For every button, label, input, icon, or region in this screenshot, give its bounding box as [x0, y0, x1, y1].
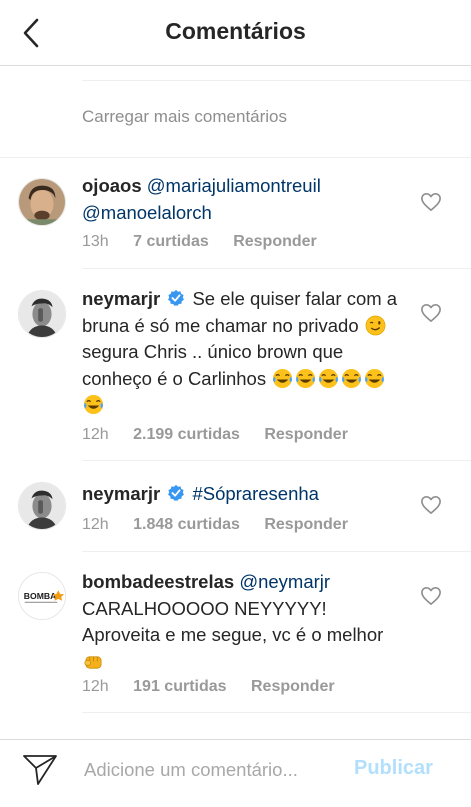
mention-link[interactable]: @manoelalorch — [82, 202, 212, 223]
divider — [0, 157, 471, 158]
reply-button[interactable]: Responder — [233, 233, 317, 250]
likes-count[interactable]: 191 curtidas — [133, 678, 226, 695]
comment-time: 12h — [82, 678, 109, 695]
tears-of-joy-emoji-icon — [83, 394, 104, 415]
top-bar: Comentários — [0, 0, 471, 66]
likes-count[interactable]: 7 curtidas — [133, 233, 209, 250]
comment-meta: 12h 191 curtidas Responder — [82, 678, 355, 696]
comment-meta: 12h 2.199 curtidas Responder — [82, 426, 368, 444]
tears-of-joy-emoji-icon — [273, 368, 293, 388]
mention-link[interactable]: @neymarjr — [239, 571, 330, 592]
comment-username[interactable]: bombadeestrelas — [82, 571, 234, 592]
avatar[interactable] — [18, 290, 66, 338]
comment-username[interactable]: neymarjr — [82, 288, 160, 309]
comment-time: 12h — [82, 516, 109, 533]
tears-of-joy-emoji-icon — [319, 368, 339, 388]
comment-text: bombadeestrelas @neymarjr CARALHOOOOO NE… — [82, 569, 402, 675]
divider — [82, 551, 471, 552]
comment-time: 13h — [82, 233, 109, 250]
avatar[interactable] — [18, 482, 66, 530]
likes-count[interactable]: 2.199 curtidas — [133, 426, 240, 443]
likes-count[interactable]: 1.848 curtidas — [133, 516, 240, 533]
avatar-logo-text: BOMBA — [24, 591, 57, 601]
comment-username[interactable]: neymarjr — [82, 483, 160, 504]
divider — [82, 460, 471, 461]
tears-of-joy-emoji-icon — [342, 368, 362, 388]
divider — [82, 712, 471, 713]
avatar[interactable] — [18, 178, 66, 226]
comment-meta: 12h 1.848 curtidas Responder — [82, 516, 368, 534]
load-more-comments-button[interactable]: Carregar mais comentários — [82, 107, 287, 127]
comment-composer: Publicar — [0, 739, 471, 807]
page-title: Comentários — [165, 18, 306, 44]
verified-badge-icon — [168, 484, 185, 501]
reply-button[interactable]: Responder — [251, 678, 335, 695]
paper-plane-icon[interactable] — [22, 753, 58, 787]
tears-of-joy-emoji-icon — [365, 368, 385, 388]
divider — [82, 268, 471, 269]
reply-button[interactable]: Responder — [264, 426, 348, 443]
verified-badge-icon — [168, 289, 185, 306]
comment-text: neymarjr #Sópraresenha — [82, 481, 402, 508]
comment-meta: 13h 7 curtidas Responder — [82, 233, 337, 251]
heart-icon[interactable] — [420, 303, 442, 323]
divider — [82, 80, 471, 81]
heart-icon[interactable] — [420, 586, 442, 606]
comment-text: ojoaos @mariajuliamontreuil @manoelalorc… — [82, 173, 402, 226]
winking-face-emoji-icon — [365, 315, 386, 335]
tears-of-joy-emoji-icon — [296, 368, 316, 388]
comment-username[interactable]: ojoaos — [82, 175, 142, 196]
reply-button[interactable]: Responder — [264, 516, 348, 533]
avatar[interactable]: BOMBA — [18, 572, 66, 620]
hashtag-link[interactable]: #Sópraresenha — [192, 483, 319, 504]
comment-body: CARALHOOOOO NEYYYYY! Aproveita e me segu… — [82, 597, 384, 646]
oncoming-fist-emoji-icon — [84, 655, 102, 669]
heart-icon[interactable] — [420, 495, 442, 515]
comment-text: neymarjr Se ele quiser falar com a bruna… — [82, 286, 402, 419]
mention-link[interactable]: @mariajuliamontreuil — [147, 175, 321, 196]
comment-input[interactable] — [84, 757, 340, 783]
heart-icon[interactable] — [420, 192, 442, 212]
publish-button[interactable]: Publicar — [354, 757, 433, 780]
comment-time: 12h — [82, 426, 109, 443]
